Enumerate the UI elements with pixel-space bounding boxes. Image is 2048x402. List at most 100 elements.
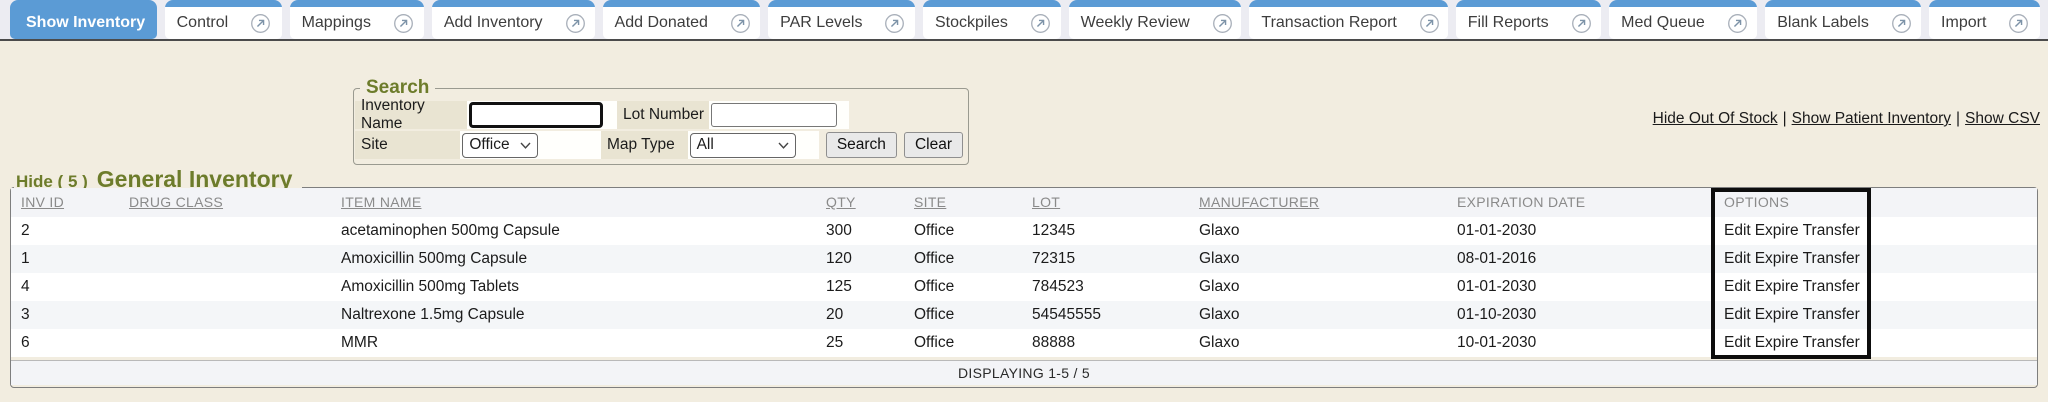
external-link-icon[interactable]	[2008, 12, 2029, 34]
column-header-label[interactable]: INV ID	[21, 194, 64, 210]
column-header-expiration_date: EXPIRATION DATE	[1449, 188, 1716, 217]
row-filler-cell	[1871, 301, 2037, 329]
hide-out-of-stock-link[interactable]: Hide Out Of Stock	[1653, 110, 1778, 127]
expire-link[interactable]: Expire	[1755, 306, 1799, 323]
map-type-select[interactable]: All	[690, 133, 796, 158]
column-header-label[interactable]: ITEM NAME	[341, 194, 421, 210]
external-link-icon[interactable]	[1212, 12, 1233, 34]
transfer-link[interactable]: Transfer	[1803, 250, 1860, 267]
tab-blank-labels[interactable]: Blank Labels	[1765, 0, 1921, 39]
cell-item_name: Naltrexone 1.5mg Capsule	[333, 301, 818, 329]
tab-body: Fill Reports	[1456, 7, 1601, 39]
tab-label: Control	[177, 14, 229, 32]
external-link-icon[interactable]	[250, 12, 271, 34]
clear-button[interactable]: Clear	[904, 132, 963, 158]
column-header-lot[interactable]: LOT	[1024, 188, 1191, 217]
column-header-item_name[interactable]: ITEM NAME	[333, 188, 818, 217]
tab-fill-reports[interactable]: Fill Reports	[1456, 0, 1601, 39]
edit-link[interactable]: Edit	[1724, 222, 1751, 239]
expire-link[interactable]: Expire	[1755, 278, 1799, 295]
tab-label: Transaction Report	[1261, 14, 1396, 32]
tab-med-queue[interactable]: Med Queue	[1609, 0, 1757, 39]
cell-options: EditExpireTransfer	[1716, 217, 1871, 245]
inventory-name-input[interactable]	[469, 102, 603, 128]
column-header-label[interactable]: QTY	[826, 194, 856, 210]
search-row-2: Site Office Map Type All Search Clear	[355, 131, 967, 159]
tab-body: Show Inventory	[10, 7, 157, 39]
cell-drug_class	[121, 301, 333, 329]
lot-number-input[interactable]	[711, 103, 837, 127]
show-patient-inventory-link[interactable]: Show Patient Inventory	[1792, 110, 1951, 127]
row-filler-cell	[1871, 273, 2037, 301]
edit-link[interactable]: Edit	[1724, 250, 1751, 267]
tab-label: Mappings	[302, 14, 371, 32]
inventory-name-cell	[467, 101, 617, 129]
expire-link[interactable]: Expire	[1755, 250, 1799, 267]
external-link-icon[interactable]	[393, 12, 414, 34]
expire-link[interactable]: Expire	[1755, 222, 1799, 239]
inventory-name-label: Inventory Name	[355, 101, 467, 129]
external-link-icon[interactable]	[1419, 12, 1440, 34]
map-type-cell: All	[688, 131, 819, 159]
external-link-icon[interactable]	[884, 12, 905, 34]
column-header-qty[interactable]: QTY	[818, 188, 906, 217]
external-link-icon[interactable]	[1727, 12, 1748, 34]
column-header-drug_class[interactable]: DRUG CLASS	[121, 188, 333, 217]
column-header-inv_id[interactable]: INV ID	[11, 188, 121, 217]
tab-label: Import	[1941, 14, 1986, 32]
tab-label: Show Inventory	[26, 14, 145, 32]
cell-qty: 20	[818, 301, 906, 329]
external-link-icon[interactable]	[1030, 12, 1051, 34]
tab-body: Mappings	[290, 7, 424, 39]
tab-add-inventory[interactable]: Add Inventory	[432, 0, 595, 39]
tab-weekly-review[interactable]: Weekly Review	[1069, 0, 1242, 39]
column-header-manufacturer[interactable]: MANUFACTURER	[1191, 188, 1449, 217]
transfer-link[interactable]: Transfer	[1803, 222, 1860, 239]
column-header-label[interactable]: SITE	[914, 194, 946, 210]
edit-link[interactable]: Edit	[1724, 306, 1751, 323]
tab-top-cap	[1456, 0, 1601, 7]
expire-link[interactable]: Expire	[1755, 334, 1799, 351]
tab-stockpiles[interactable]: Stockpiles	[923, 0, 1061, 39]
tab-label: Med Queue	[1621, 14, 1705, 32]
external-link-icon[interactable]	[565, 12, 586, 34]
edit-link[interactable]: Edit	[1724, 278, 1751, 295]
cell-item_name: Amoxicillin 500mg Tablets	[333, 273, 818, 301]
tab-show-inventory[interactable]: Show Inventory	[10, 0, 157, 39]
column-header-label[interactable]: LOT	[1032, 194, 1060, 210]
tab-top-cap	[768, 0, 915, 7]
tab-control[interactable]: Control	[165, 0, 282, 39]
column-header-site[interactable]: SITE	[906, 188, 1024, 217]
cell-drug_class	[121, 329, 333, 357]
site-label: Site	[355, 131, 460, 159]
tab-label: Stockpiles	[935, 14, 1008, 32]
external-link-icon[interactable]	[1891, 12, 1912, 34]
external-link-icon[interactable]	[730, 12, 751, 34]
tab-mappings[interactable]: Mappings	[290, 0, 424, 39]
show-csv-link[interactable]: Show CSV	[1965, 110, 2040, 127]
cell-qty: 25	[818, 329, 906, 357]
cell-lot: 88888	[1024, 329, 1191, 357]
column-header-label[interactable]: DRUG CLASS	[129, 194, 223, 210]
cell-inv_id: 6	[11, 329, 121, 357]
site-select[interactable]: Office	[462, 133, 538, 158]
tab-label: Weekly Review	[1081, 14, 1190, 32]
edit-link[interactable]: Edit	[1724, 334, 1751, 351]
cell-item_name: acetaminophen 500mg Capsule	[333, 217, 818, 245]
tab-import[interactable]: Import	[1929, 0, 2040, 39]
chevron-down-icon	[778, 142, 789, 149]
inventory-table: INV ID DRUG CLASS ITEM NAME QTY SITE LOT MANUF…	[11, 188, 2037, 385]
tab-add-donated[interactable]: Add Donated	[603, 0, 761, 39]
column-header-label[interactable]: MANUFACTURER	[1199, 194, 1319, 210]
tab-transaction-report[interactable]: Transaction Report	[1249, 0, 1447, 39]
cell-lot: 784523	[1024, 273, 1191, 301]
tab-body: Add Donated	[603, 7, 761, 39]
transfer-link[interactable]: Transfer	[1803, 278, 1860, 295]
tab-top-cap	[923, 0, 1061, 7]
transfer-link[interactable]: Transfer	[1803, 306, 1860, 323]
external-link-icon[interactable]	[1571, 12, 1592, 34]
search-button[interactable]: Search	[826, 132, 897, 158]
header-filler-cell	[1871, 188, 2037, 217]
tab-par-levels[interactable]: PAR Levels	[768, 0, 915, 39]
transfer-link[interactable]: Transfer	[1803, 334, 1860, 351]
